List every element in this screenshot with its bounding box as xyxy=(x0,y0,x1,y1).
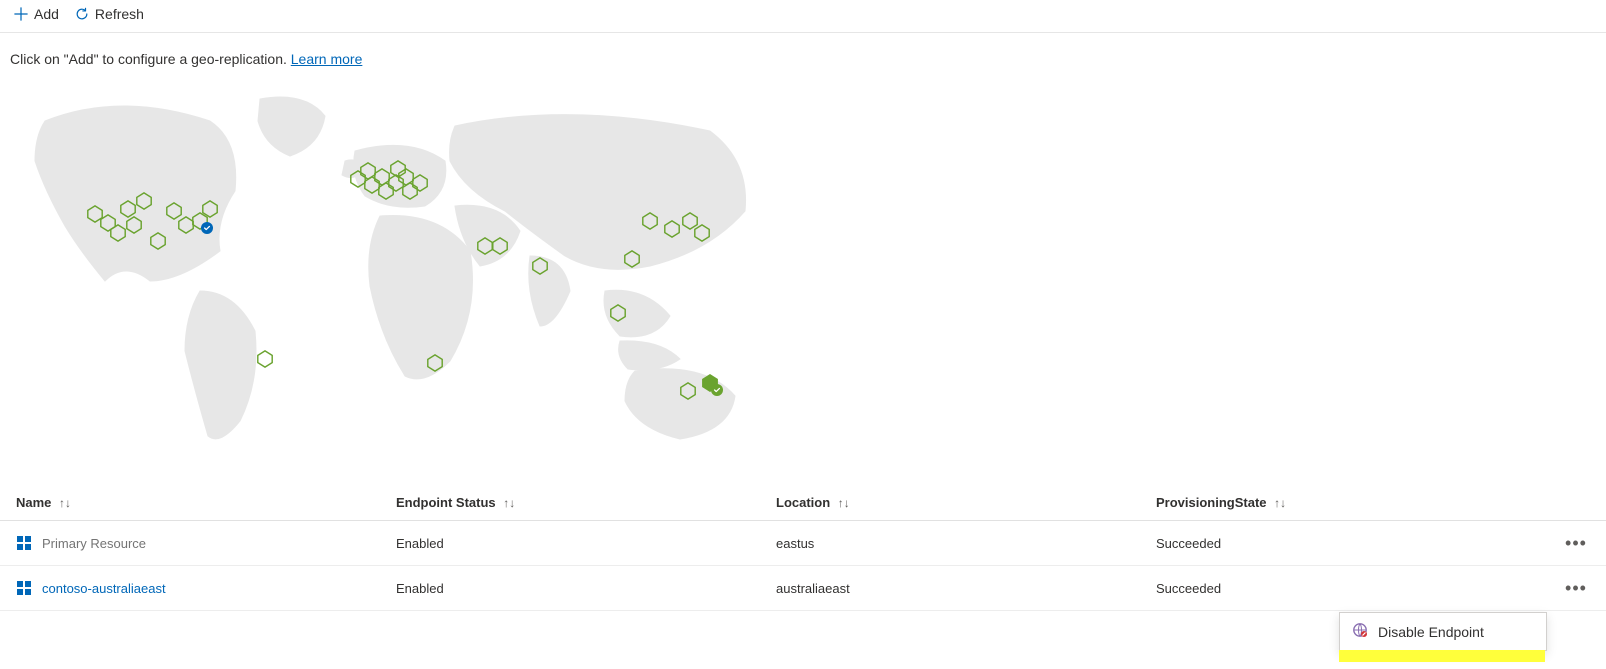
region-hex-icon[interactable] xyxy=(135,192,153,210)
col-header-location-label: Location xyxy=(776,495,830,510)
region-hex-icon[interactable] xyxy=(609,304,627,322)
row-endpoint-status: Enabled xyxy=(396,581,776,596)
primary-check-icon xyxy=(201,222,213,234)
annotation-highlight xyxy=(1339,650,1545,662)
table-row: Primary Resource Enabled eastus Succeede… xyxy=(0,521,1606,566)
table-row: contoso-australiaeast Enabled australiae… xyxy=(0,566,1606,611)
grid-header-row: Name ↑↓ Endpoint Status ↑↓ Location ↑↓ P… xyxy=(0,481,1606,521)
row-more-button[interactable]: ••• xyxy=(1562,531,1590,555)
region-hex-icon[interactable] xyxy=(679,382,697,400)
hint-text-content: Click on "Add" to configure a geo-replic… xyxy=(10,51,287,67)
refresh-button-label: Refresh xyxy=(95,6,144,22)
sort-icon: ↑↓ xyxy=(503,496,515,510)
col-header-endpoint-status[interactable]: Endpoint Status ↑↓ xyxy=(396,495,776,510)
col-header-name[interactable]: Name ↑↓ xyxy=(16,495,396,510)
row-endpoint-status: Enabled xyxy=(396,536,776,551)
region-hex-icon[interactable] xyxy=(256,350,274,368)
region-hex-icon[interactable] xyxy=(531,257,549,275)
resource-icon xyxy=(16,580,32,596)
col-header-location[interactable]: Location ↑↓ xyxy=(776,495,1156,510)
resource-icon xyxy=(16,535,32,551)
region-hex-icon[interactable] xyxy=(641,212,659,230)
region-hex-replica-icon[interactable] xyxy=(701,374,719,392)
add-button[interactable]: Add xyxy=(14,6,59,22)
add-button-label: Add xyxy=(34,6,59,22)
disable-endpoint-menu-item[interactable]: Disable Endpoint xyxy=(1340,613,1546,650)
sort-icon: ↑↓ xyxy=(838,496,850,510)
col-header-provisioning-state-label: ProvisioningState xyxy=(1156,495,1267,510)
region-hex-icon[interactable] xyxy=(201,200,219,218)
row-location: australiaeast xyxy=(776,581,1156,596)
col-header-endpoint-status-label: Endpoint Status xyxy=(396,495,496,510)
learn-more-link[interactable]: Learn more xyxy=(291,51,363,67)
hint-text: Click on "Add" to configure a geo-replic… xyxy=(0,33,1606,77)
row-name: contoso-australiaeast xyxy=(42,581,166,596)
plus-icon xyxy=(14,7,28,21)
region-hex-icon[interactable] xyxy=(149,232,167,250)
col-header-provisioning-state[interactable]: ProvisioningState ↑↓ xyxy=(1156,495,1530,510)
refresh-icon xyxy=(75,7,89,21)
row-more-button[interactable]: ••• xyxy=(1562,576,1590,600)
sort-icon: ↑↓ xyxy=(1274,496,1286,510)
row-name-cell: Primary Resource xyxy=(16,535,396,551)
col-header-name-label: Name xyxy=(16,495,51,510)
row-name: Primary Resource xyxy=(42,536,146,551)
world-map-svg xyxy=(10,81,790,461)
region-hex-icon[interactable] xyxy=(693,224,711,242)
row-provisioning-state: Succeeded xyxy=(1156,536,1530,551)
globe-disable-icon xyxy=(1352,622,1368,641)
row-context-menu: Disable Endpoint xyxy=(1339,612,1547,651)
sort-icon: ↑↓ xyxy=(59,496,71,510)
row-name-cell[interactable]: contoso-australiaeast xyxy=(16,580,396,596)
replica-check-icon xyxy=(711,384,723,396)
row-provisioning-state: Succeeded xyxy=(1156,581,1530,596)
toolbar: Add Refresh xyxy=(0,0,1606,33)
refresh-button[interactable]: Refresh xyxy=(75,6,144,22)
region-hex-icon[interactable] xyxy=(491,237,509,255)
disable-endpoint-label: Disable Endpoint xyxy=(1378,624,1484,640)
region-hex-icon[interactable] xyxy=(663,220,681,238)
region-hex-icon[interactable] xyxy=(426,354,444,372)
region-hex-icon[interactable] xyxy=(411,174,429,192)
region-hex-icon[interactable] xyxy=(125,216,143,234)
row-location: eastus xyxy=(776,536,1156,551)
replications-grid: Name ↑↓ Endpoint Status ↑↓ Location ↑↓ P… xyxy=(0,481,1606,611)
world-map[interactable] xyxy=(10,81,790,461)
region-hex-icon[interactable] xyxy=(623,250,641,268)
